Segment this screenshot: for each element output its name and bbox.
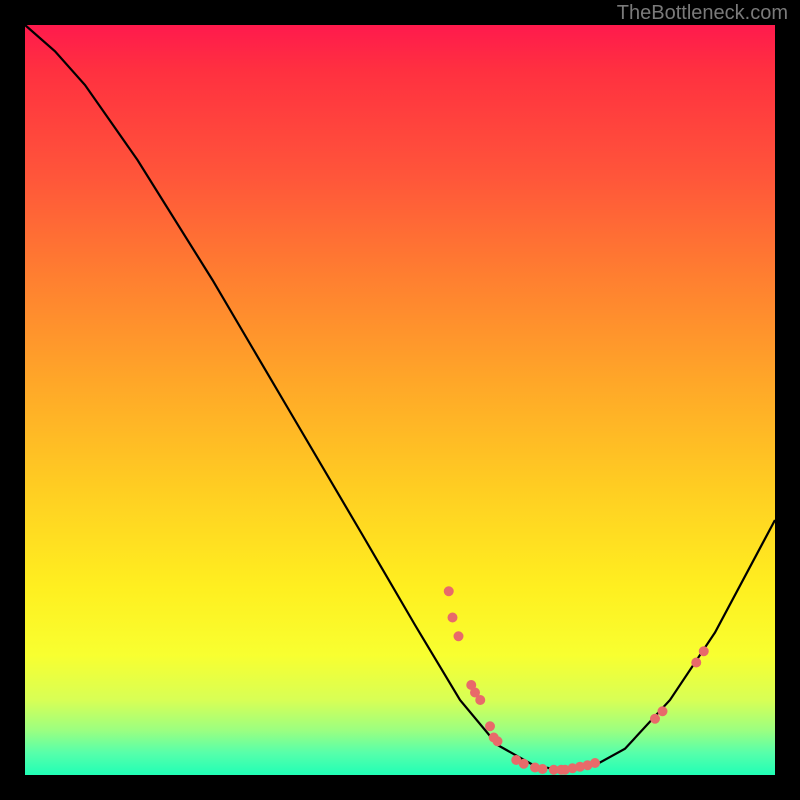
watermark-text: TheBottleneck.com [617, 2, 788, 25]
marker-point [454, 631, 464, 641]
marker-point [650, 714, 660, 724]
marker-point [691, 658, 701, 668]
marker-point [448, 613, 458, 623]
marker-point [538, 764, 548, 774]
marker-point [485, 721, 495, 731]
curve-svg [25, 25, 775, 775]
marker-point [475, 695, 485, 705]
marker-points [444, 586, 709, 775]
marker-point [493, 736, 503, 746]
bottleneck-curve [25, 25, 775, 771]
marker-point [590, 758, 600, 768]
marker-point [699, 646, 709, 656]
chart-container: TheBottleneck.com [0, 0, 800, 800]
marker-point [658, 706, 668, 716]
marker-point [519, 759, 529, 769]
marker-point [444, 586, 454, 596]
plot-area [25, 25, 775, 775]
